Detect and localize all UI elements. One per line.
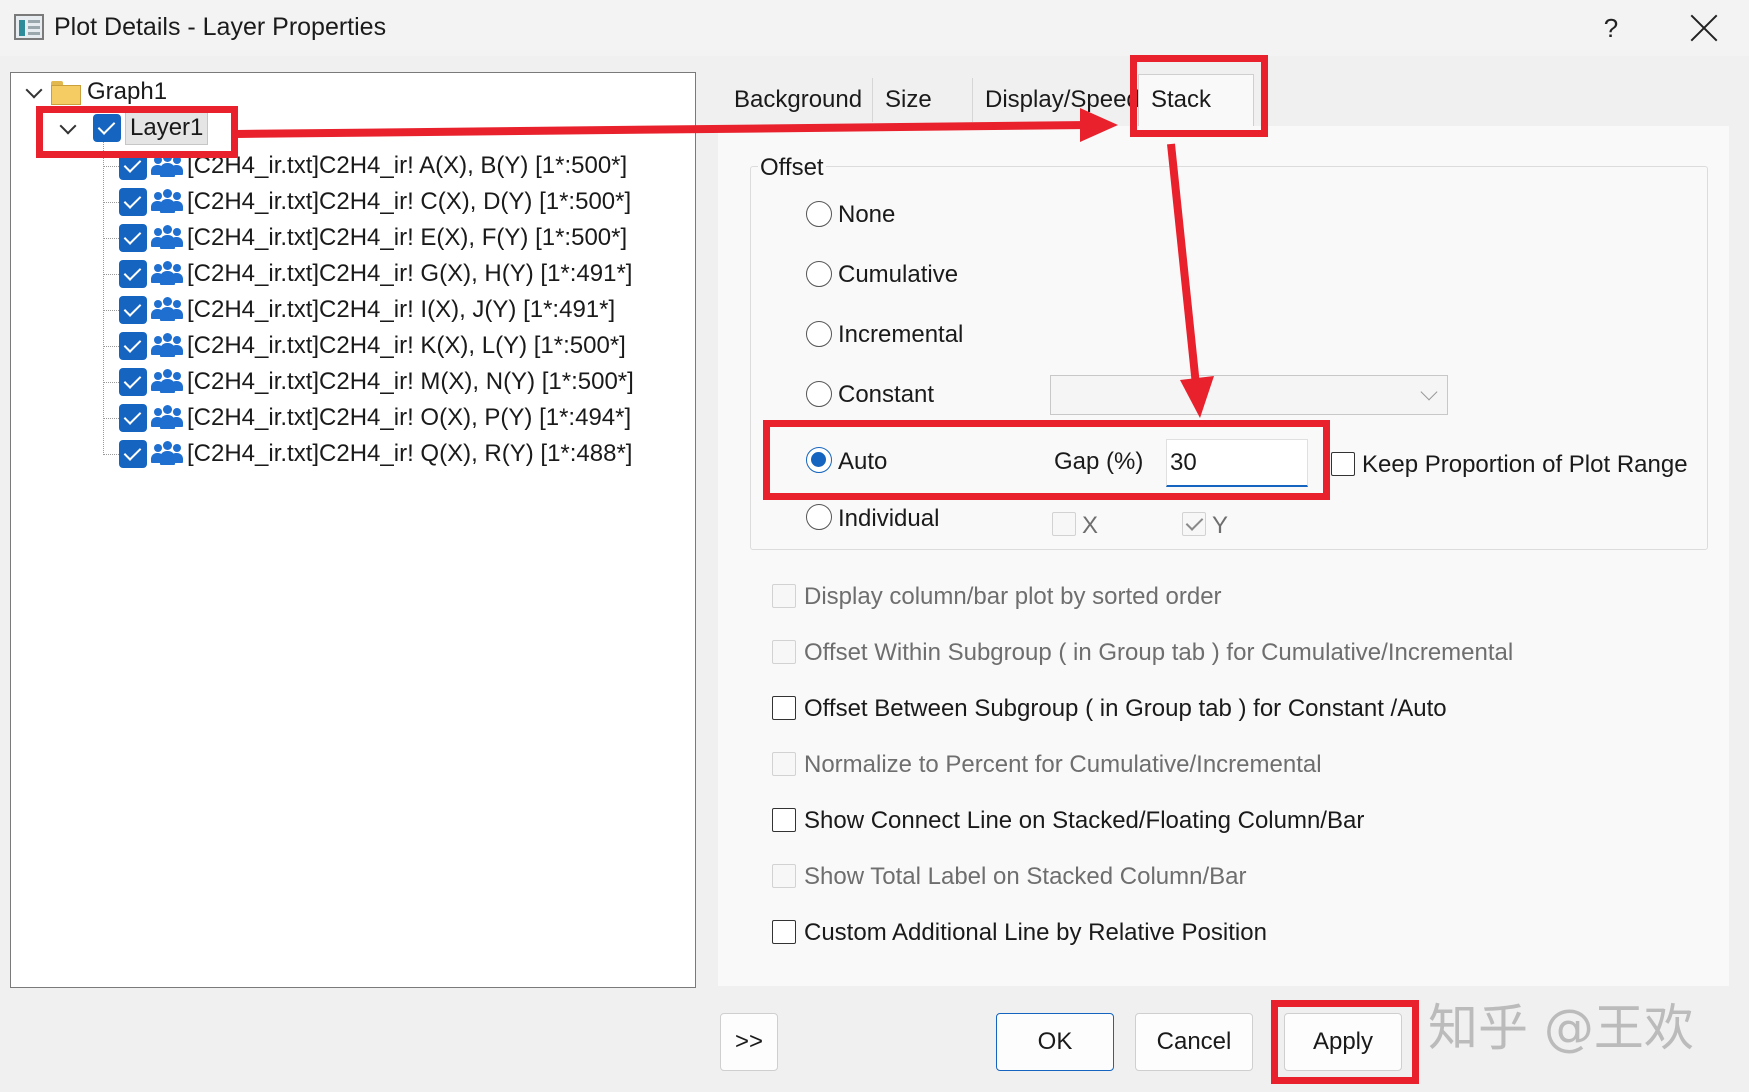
annotation-arrows	[235, 108, 1214, 418]
arrow-to-auto-gap	[1167, 143, 1214, 418]
arrow-to-stack-tab	[235, 108, 1118, 142]
